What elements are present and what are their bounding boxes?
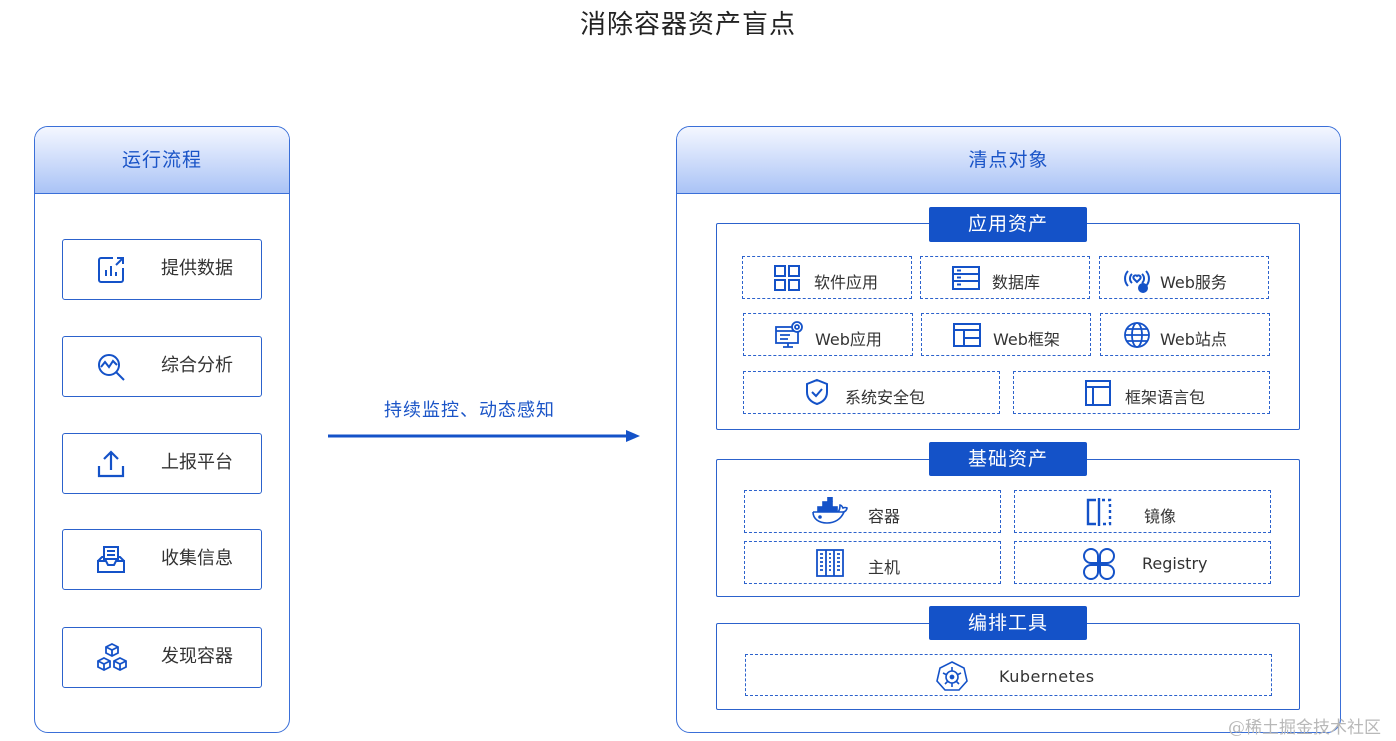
web-service-icon [1122, 264, 1150, 293]
step-collect: 收集信息 [62, 529, 262, 590]
asset-label: 数据库 [992, 273, 1041, 292]
asset-label: 软件应用 [814, 273, 879, 292]
layout-icon [1084, 379, 1112, 407]
step-label: 上报平台 [161, 452, 233, 473]
group-title: 编排工具 [929, 606, 1087, 640]
asset-label: Web应用 [815, 330, 882, 349]
asset-label: Kubernetes [999, 667, 1095, 686]
asset-item: 框架语言包 [1013, 371, 1270, 414]
page-title: 消除容器资产盲点 [579, 10, 796, 40]
asset-item: Registry [1014, 541, 1271, 584]
asset-item: 主机 [744, 541, 1001, 584]
step-discover: 发现容器 [62, 627, 262, 688]
asset-item: Kubernetes [745, 654, 1272, 696]
analysis-magnifier-icon [95, 351, 127, 383]
upload-icon [95, 448, 127, 480]
asset-item: 容器 [744, 490, 1001, 533]
step-report: 上报平台 [62, 433, 262, 494]
asset-label: 系统安全包 [845, 388, 926, 407]
step-label: 收集信息 [161, 548, 233, 569]
docker-whale-icon [811, 497, 849, 525]
asset-item: 镜像 [1014, 490, 1271, 533]
group-title: 基础资产 [929, 442, 1087, 476]
asset-label: 容器 [868, 507, 901, 526]
asset-item: Web服务 [1099, 256, 1269, 299]
server-icon [815, 548, 844, 577]
asset-item: 软件应用 [742, 256, 912, 299]
asset-label: Web站点 [1160, 330, 1227, 349]
asset-label: 主机 [868, 558, 901, 577]
shield-check-icon [804, 378, 832, 406]
cubes-icon [95, 642, 127, 674]
asset-label: Registry [1142, 554, 1208, 573]
database-icon [951, 264, 980, 292]
step-label: 发现容器 [161, 646, 233, 667]
asset-item: 数据库 [920, 256, 1090, 299]
asset-label: 框架语言包 [1125, 388, 1206, 407]
globe-icon [1123, 321, 1151, 349]
arrow-label: 持续监控、动态感知 [384, 400, 555, 421]
step-label: 提供数据 [161, 258, 233, 279]
asset-label: Web框架 [993, 330, 1060, 349]
flow-arrow [328, 430, 640, 442]
inbox-icon [95, 544, 127, 576]
bar-chart-icon [95, 254, 127, 286]
web-frame-icon [952, 321, 981, 349]
process-panel-header: 运行流程 [35, 127, 289, 194]
process-panel: 运行流程 提供数据 综合分析 上报平台 收集信息 发现容器 [34, 126, 290, 733]
asset-item: Web应用 [743, 313, 913, 356]
asset-item: Web站点 [1100, 313, 1270, 356]
asset-item: 系统安全包 [743, 371, 1000, 414]
grid-apps-icon [773, 264, 801, 292]
asset-label: Web服务 [1160, 273, 1227, 292]
web-app-icon [774, 320, 803, 348]
step-analysis: 综合分析 [62, 336, 262, 397]
watermark: @稀土掘金技术社区 [1228, 718, 1381, 738]
kubernetes-icon [936, 661, 968, 691]
registry-icon [1083, 548, 1115, 580]
mirror-image-icon [1085, 498, 1113, 526]
asset-item: Web框架 [921, 313, 1091, 356]
inventory-panel-header: 清点对象 [677, 127, 1340, 194]
asset-label: 镜像 [1144, 507, 1177, 526]
step-label: 综合分析 [161, 355, 233, 376]
step-provide-data: 提供数据 [62, 239, 262, 300]
group-title: 应用资产 [929, 207, 1087, 242]
